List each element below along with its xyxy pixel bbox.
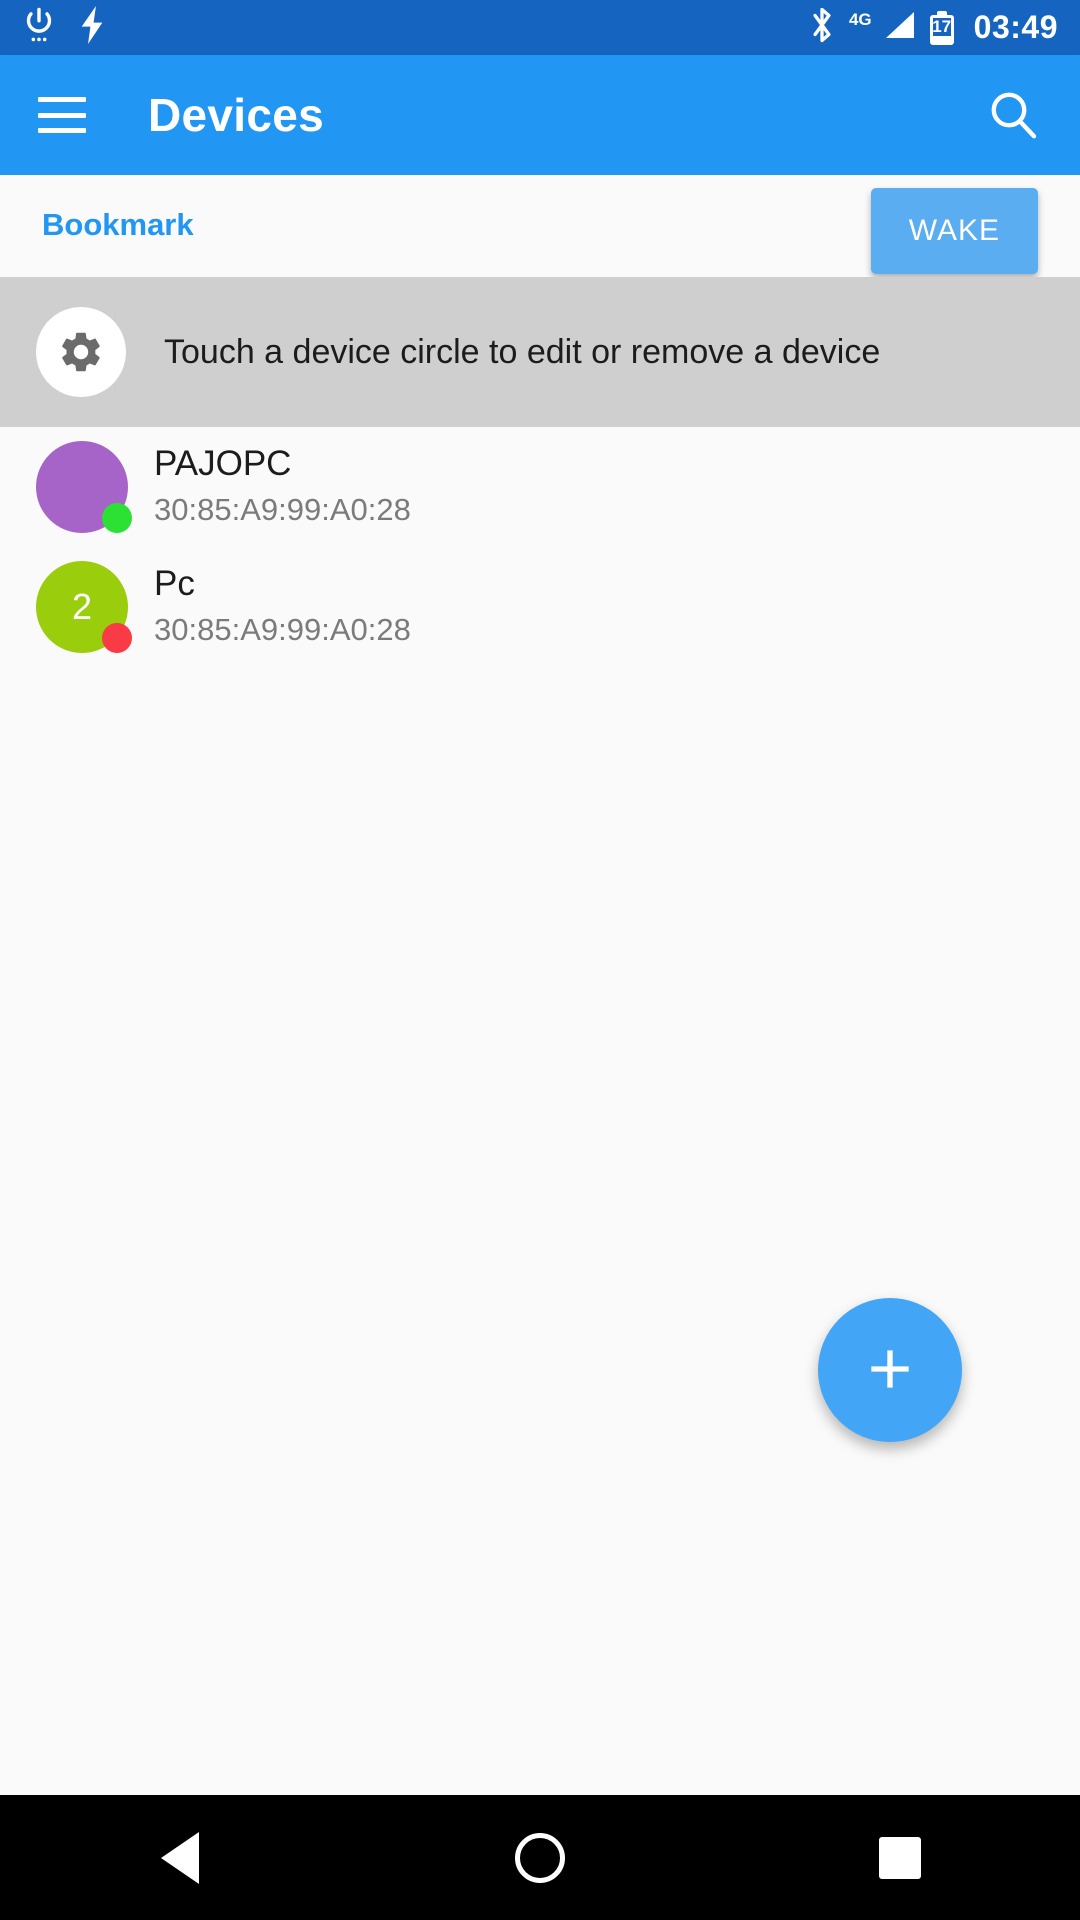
info-banner: Touch a device circle to edit or remove … [0, 277, 1080, 427]
network-type-label: 4G [848, 9, 872, 29]
battery-level-label: 17 [932, 16, 952, 36]
banner-text: Touch a device circle to edit or remove … [164, 332, 881, 371]
action-bar: Bookmark WAKE [0, 175, 1080, 275]
device-list: 1 PAJOPC 30:85:A9:99:A0:28 2 Pc 30:85:A9… [0, 427, 1080, 667]
table-row[interactable]: 1 PAJOPC 30:85:A9:99:A0:28 [0, 427, 1080, 547]
power-icon [22, 6, 56, 49]
lightning-bolt-icon [78, 6, 106, 49]
device-avatar[interactable]: 2 [36, 561, 132, 653]
status-badge [102, 503, 132, 533]
device-mac: 30:85:A9:99:A0:28 [154, 612, 411, 647]
status-bar-right-icons: 4G 17 03:49 [809, 6, 1058, 49]
device-name: Pc [154, 564, 195, 603]
device-info: Pc 30:85:A9:99:A0:28 [154, 562, 411, 652]
plus-icon [862, 1341, 918, 1400]
app-bar: Devices [0, 55, 1080, 175]
wake-button[interactable]: WAKE [870, 188, 1038, 274]
add-device-fab[interactable] [818, 1298, 962, 1442]
home-circle-icon[interactable] [475, 1795, 605, 1920]
back-triangle-icon[interactable] [115, 1795, 245, 1920]
signal-bar-icon [882, 10, 916, 45]
table-row[interactable]: 2 Pc 30:85:A9:99:A0:28 [0, 547, 1080, 667]
gear-icon [36, 307, 126, 397]
clock-label: 03:49 [973, 9, 1058, 45]
bookmark-link[interactable]: Bookmark [42, 207, 194, 243]
hamburger-menu-icon[interactable] [38, 97, 86, 133]
device-name: PAJOPC [154, 444, 292, 483]
page-title: Devices [148, 89, 325, 141]
bluetooth-icon [809, 6, 835, 49]
device-info: PAJOPC 30:85:A9:99:A0:28 [154, 442, 411, 532]
status-bar-left-icons [22, 6, 106, 49]
status-bar: 4G 17 03:49 [0, 0, 1080, 55]
search-icon[interactable] [986, 87, 1042, 143]
device-mac: 30:85:A9:99:A0:28 [154, 492, 411, 527]
battery-icon: 17 [929, 10, 954, 45]
recents-square-icon[interactable] [835, 1795, 965, 1920]
android-navigation-bar [0, 1795, 1080, 1920]
device-avatar[interactable]: 1 [36, 441, 132, 533]
phone-screen: 4G 17 03:49 Devices Bookmark WAKE Touch … [0, 0, 1080, 1920]
status-badge [102, 623, 132, 653]
